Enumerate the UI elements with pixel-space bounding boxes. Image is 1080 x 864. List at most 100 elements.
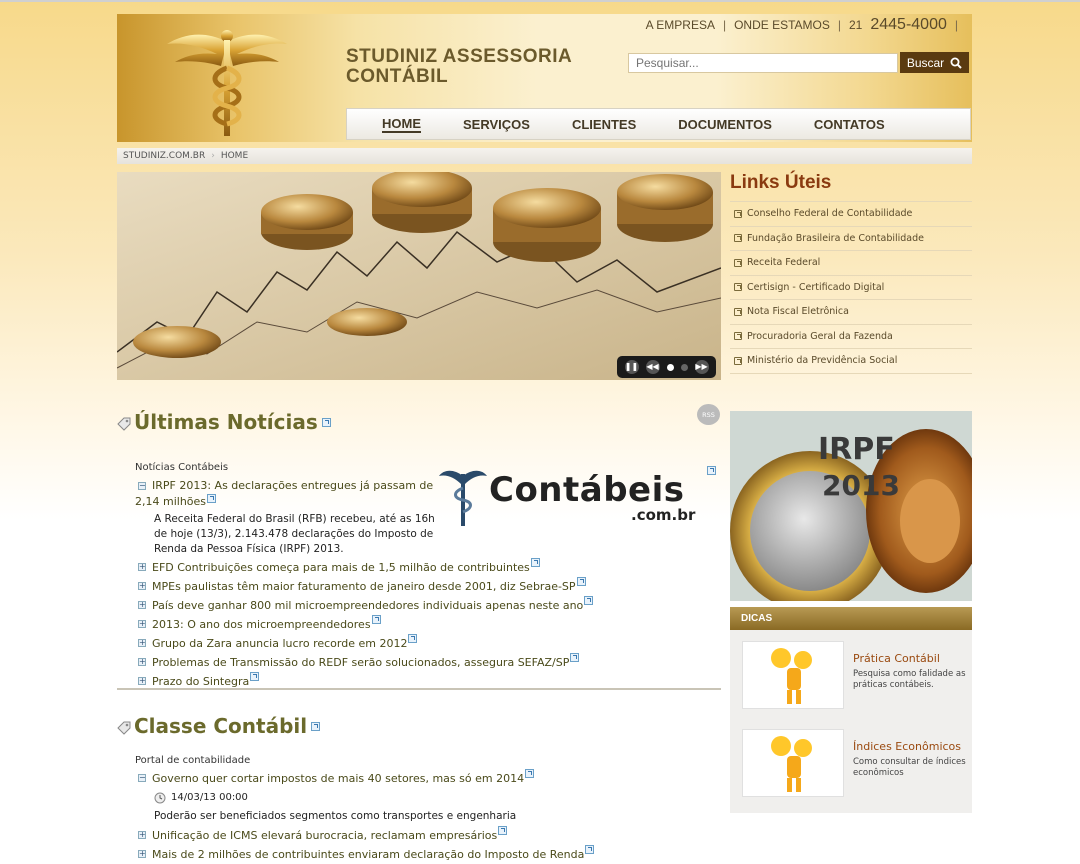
slide-dot-1[interactable] [666, 363, 674, 371]
external-link-icon[interactable] [707, 466, 716, 475]
contabeis-logo-sub: .com.br [631, 506, 696, 524]
news-item-title: Problemas de Transmissão do REDF serão s… [152, 656, 570, 669]
external-link-icon [734, 332, 742, 341]
nav-servicos[interactable]: SERVIÇOS [463, 117, 530, 132]
ultimas-noticias-section: Últimas Notícias RSS Notícias Contábeis … [117, 404, 721, 688]
nav-contatos[interactable]: CONTATOS [814, 117, 885, 132]
irpf-year-text: 2013 [822, 469, 900, 502]
news-item[interactable]: + MPEs paulistas têm maior faturamento de… [138, 577, 718, 596]
useful-link[interactable]: Conselho Federal de Contabilidade [730, 202, 972, 227]
external-link-icon[interactable] [525, 769, 535, 778]
external-link-icon [734, 307, 742, 316]
news-item[interactable]: + Grupo da Zara anuncia lucro recorde em … [138, 634, 718, 653]
expand-icon[interactable]: + [138, 601, 146, 609]
search-icon [950, 57, 962, 69]
dica-item[interactable]: Índices Econômicos Como consultar de índ… [742, 729, 972, 797]
useful-links-title: Links Úteis [730, 172, 832, 193]
external-link-icon[interactable] [530, 558, 540, 567]
classe-list: − Governo quer cortar impostos de mais 40… [138, 769, 718, 864]
news-item[interactable]: + Problemas de Transmissão do REDF serão … [138, 653, 718, 672]
useful-link[interactable]: Certisign - Certificado Digital [730, 276, 972, 300]
external-link-icon[interactable] [570, 653, 580, 662]
rss-icon[interactable]: RSS [697, 404, 720, 425]
slide-dot-2[interactable] [680, 363, 688, 371]
news-item-title: Unificação de ICMS elevará burocracia, r… [152, 829, 498, 842]
breadcrumb: STUDINIZ.COM.BR › HOME [117, 148, 972, 164]
classe-source: Portal de contabilidade [135, 755, 251, 766]
news-item-title: Grupo da Zara anuncia lucro recorde em 2… [152, 637, 408, 650]
news-item[interactable]: + Unificação de ICMS elevará burocracia, … [138, 826, 718, 845]
image-slider[interactable]: ❚❚ ◀◀ ▶▶ [117, 172, 721, 380]
contabeis-logo[interactable]: Contábeis .com.br [439, 466, 716, 526]
expand-icon[interactable]: + [138, 677, 146, 685]
search-button[interactable]: Buscar [900, 52, 969, 73]
dica-desc: Como consultar de índices econômicos [853, 757, 966, 778]
site-title[interactable]: STUDINIZ ASSESSORIA CONTÁBIL [346, 47, 572, 87]
featured-news-title-line2[interactable]: 2,14 milhões [135, 495, 206, 508]
previous-icon[interactable]: ◀◀ [645, 360, 660, 374]
next-icon[interactable]: ▶▶ [694, 360, 709, 374]
external-link-icon[interactable] [321, 417, 331, 427]
news-item[interactable]: + Mais de 2 milhões de contribuintes envi… [138, 845, 718, 864]
external-link-icon [734, 356, 742, 365]
top-links: A EMPRESA | ONDE ESTAMOS | 21 2445-4000 … [646, 16, 958, 34]
expand-icon[interactable]: + [138, 620, 146, 628]
phone-number: 2445-4000 [870, 16, 947, 33]
tag-icon [117, 417, 131, 431]
news-item[interactable]: + EFD Contribuições começa para mais de 1… [138, 558, 718, 577]
useful-link-label: Ministério da Previdência Social [747, 355, 898, 367]
dica-title: Índices Econômicos [853, 740, 962, 753]
useful-link[interactable]: Procuradoria Geral da Fazenda [730, 325, 972, 349]
external-link-icon[interactable] [576, 577, 586, 586]
ultimas-noticias-title[interactable]: Últimas Notícias [134, 410, 318, 434]
dica-desc: Pesquisa como falidade as práticas contá… [853, 669, 966, 690]
external-link-icon[interactable] [371, 615, 381, 624]
separator: | [837, 18, 841, 32]
external-link-icon [734, 234, 742, 243]
top-border [0, 0, 1080, 2]
expand-icon[interactable]: + [138, 639, 146, 647]
nav-home[interactable]: HOME [382, 116, 421, 133]
collapse-icon[interactable]: − [138, 774, 146, 782]
classe-contabil-title[interactable]: Classe Contábil [134, 714, 307, 738]
useful-link[interactable]: Fundação Brasileira de Contabilidade [730, 227, 972, 251]
breadcrumb-site[interactable]: STUDINIZ.COM.BR [123, 151, 205, 161]
expand-icon[interactable]: + [138, 850, 146, 858]
main-nav: HOME SERVIÇOS CLIENTES DOCUMENTOS CONTAT… [346, 108, 971, 140]
external-link-icon[interactable] [207, 494, 217, 503]
caduceus-logo-icon[interactable] [165, 22, 289, 140]
nav-documentos[interactable]: DOCUMENTOS [678, 117, 772, 132]
contabeis-logo-text: Contábeis [489, 470, 685, 510]
page-container: STUDINIZ ASSESSORIA CONTÁBIL A EMPRESA |… [117, 14, 972, 864]
irpf-2013-banner[interactable]: IRPF 2013 [730, 411, 972, 601]
classe-contabil-section: Classe Contábil Portal de contabilidade … [117, 714, 721, 861]
news-item[interactable]: + País deve ganhar 800 mil microempreende… [138, 596, 718, 615]
search-input[interactable] [628, 53, 898, 73]
toplink-a-empresa[interactable]: A EMPRESA [646, 18, 715, 32]
news-item-title: Governo quer cortar impostos de mais 40 … [152, 772, 525, 785]
external-link-icon[interactable] [250, 672, 260, 681]
toplink-onde-estamos[interactable]: ONDE ESTAMOS [734, 18, 830, 32]
expand-icon[interactable]: + [138, 658, 146, 666]
breadcrumb-current: HOME [220, 151, 249, 161]
external-link-icon[interactable] [498, 826, 508, 835]
expand-icon[interactable]: + [138, 563, 146, 571]
nav-clientes[interactable]: CLIENTES [572, 117, 636, 132]
news-item-featured[interactable]: − Governo quer cortar impostos de mais 40… [138, 769, 718, 788]
dica-item[interactable]: Prática Contábil Pesquisa como falidade … [742, 641, 972, 709]
news-item[interactable]: +2013: O ano dos microempreendedores [138, 615, 718, 634]
external-link-icon[interactable] [584, 596, 594, 605]
expand-icon[interactable]: + [138, 582, 146, 590]
useful-link[interactable]: Nota Fiscal Eletrônica [730, 300, 972, 325]
site-title-line2: CONTÁBIL [346, 66, 449, 87]
expand-icon[interactable]: + [138, 831, 146, 839]
external-link-icon[interactable] [311, 721, 321, 731]
classe-contabil-heading: Classe Contábil [117, 714, 721, 738]
external-link-icon[interactable] [408, 634, 418, 643]
useful-link[interactable]: Receita Federal [730, 251, 972, 276]
pause-icon[interactable]: ❚❚ [624, 360, 639, 374]
featured-news-title[interactable]: IRPF 2013: As declarações entregues já p… [152, 478, 433, 494]
useful-link[interactable]: Ministério da Previdência Social [730, 349, 972, 374]
collapse-icon[interactable]: − [138, 482, 146, 490]
external-link-icon[interactable] [585, 845, 595, 854]
